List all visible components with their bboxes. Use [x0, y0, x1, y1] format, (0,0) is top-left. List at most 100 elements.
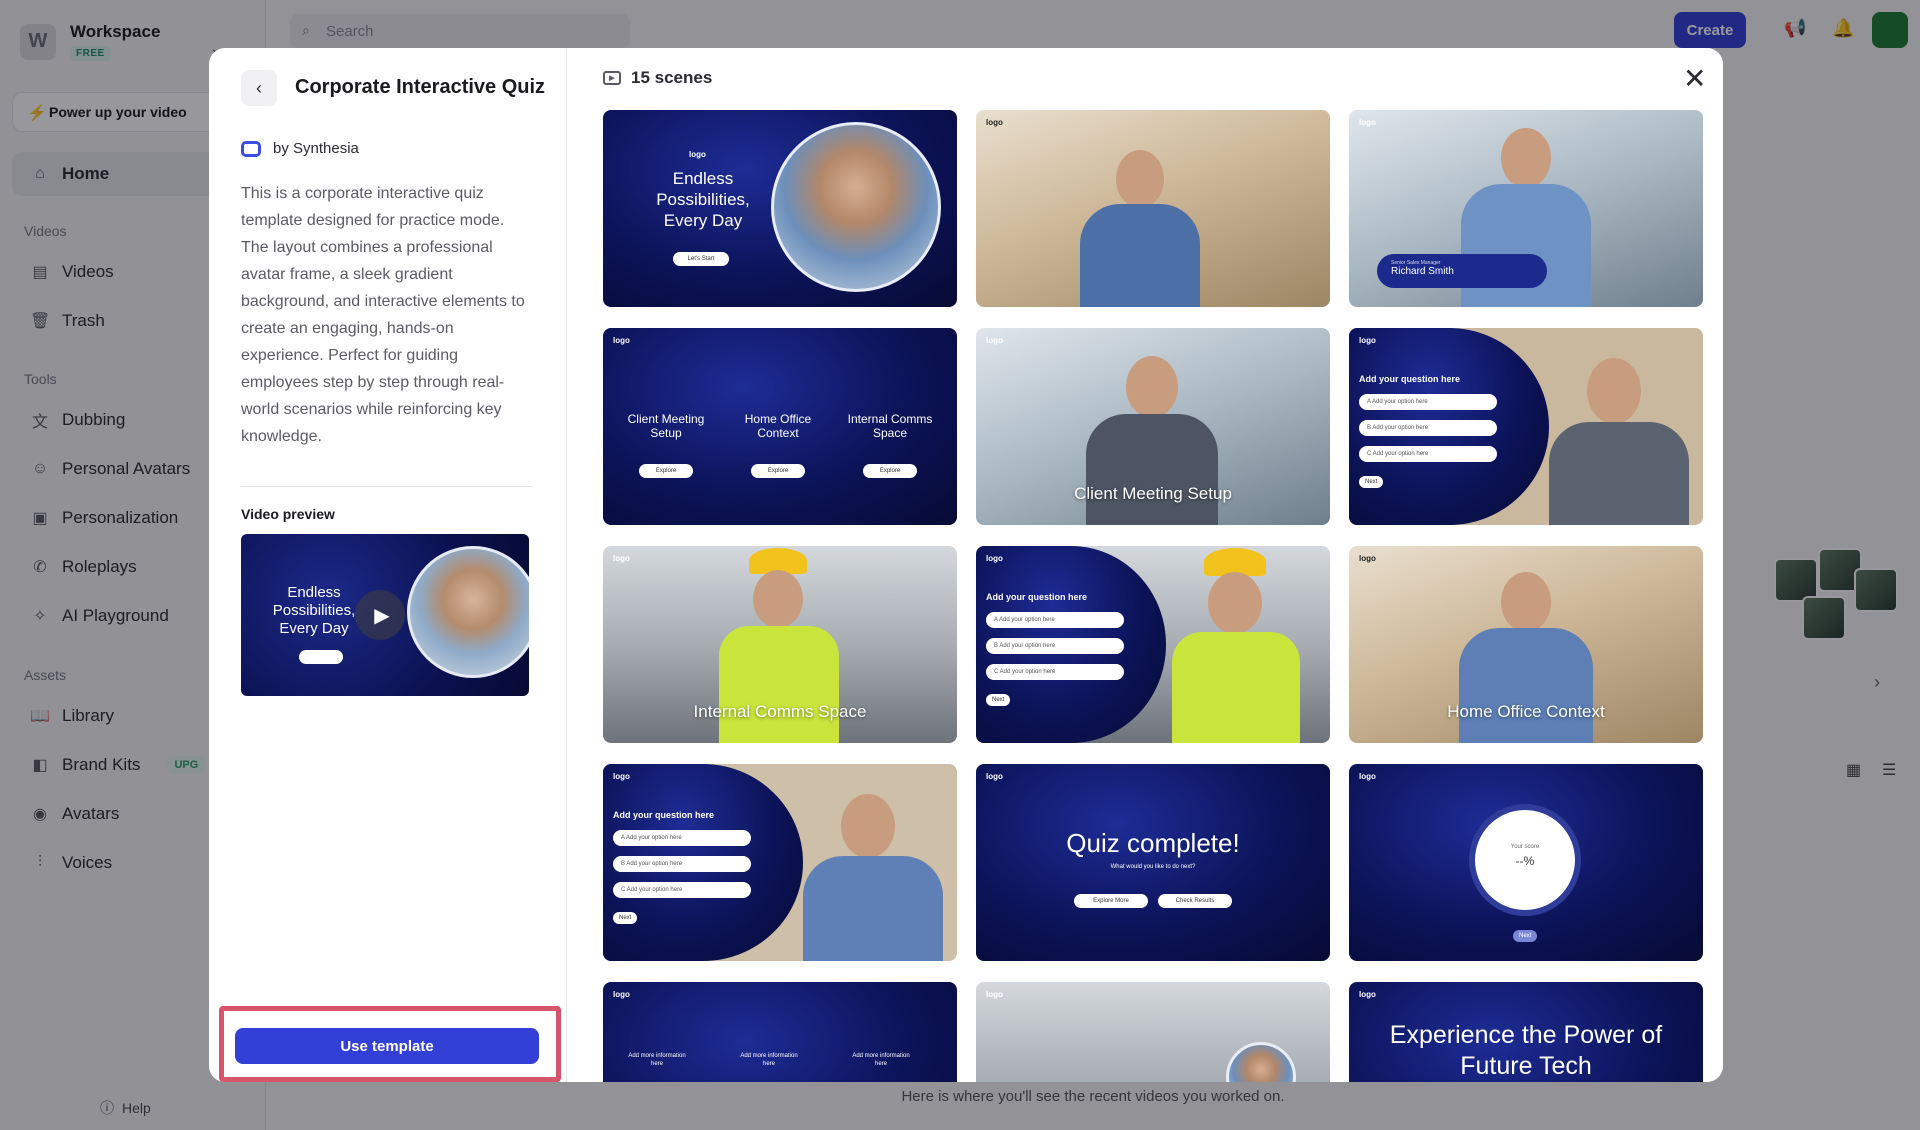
template-description: This is a corporate interactive quiz tem… [241, 185, 525, 445]
score-label: Your score [1510, 844, 1540, 850]
explore-pill: Explore [863, 464, 917, 478]
synthesia-logo-icon [241, 140, 261, 157]
info-col-3: Add more information here [852, 1053, 910, 1067]
option-a: A Add your option here [1359, 394, 1497, 410]
preview-avatar [407, 546, 529, 678]
play-icon[interactable]: ▶ [355, 590, 405, 640]
avatar-frame [1226, 1042, 1296, 1082]
scene-thumbnail-6[interactable]: logo Add your question here A Add your o… [1349, 328, 1703, 525]
scene-logo: logo [1359, 990, 1376, 999]
option-c: C Add your option here [613, 882, 751, 898]
name-lower-third: Senior Sales Manager Richard Smith [1377, 254, 1547, 288]
use-template-button[interactable]: Use template [235, 1028, 539, 1064]
video-preview-label: Video preview [241, 506, 335, 522]
preview-headline: Endless Possibilities, Every Day [272, 584, 356, 637]
scene-thumbnail-15[interactable]: logo Experience the Power of Future Tech [1349, 982, 1703, 1082]
next-pill: Next [1513, 930, 1538, 942]
close-icon[interactable]: ✕ [1683, 62, 1706, 95]
scenes-count: 15 scenes [631, 68, 713, 87]
info-col-2: Add more information here [740, 1053, 798, 1067]
scene-caption: Home Office Context [1447, 702, 1605, 721]
avatar-head [841, 794, 895, 858]
avatar-body [1549, 422, 1689, 525]
template-title: Corporate Interactive Quiz [295, 76, 546, 98]
scene-thumbnail-1[interactable]: logo Endless Possibilities, Every Day Le… [603, 110, 957, 307]
back-button[interactable]: ‹ [241, 70, 277, 106]
score-value: --% [1515, 854, 1535, 868]
info-col-1: Add more information here [628, 1053, 686, 1067]
scene-thumbnail-8[interactable]: logo Add your question here A Add your o… [976, 546, 1330, 743]
option-a: A Add your option here [613, 830, 751, 846]
scene-logo: logo [689, 150, 706, 159]
scene-caption: Internal Comms Space [693, 702, 867, 721]
name-label: Richard Smith [1391, 266, 1454, 277]
option-c: C Add your option here [986, 664, 1124, 680]
scene-thumbnail-12[interactable]: logo Your score --% Next [1349, 764, 1703, 961]
avatar-body [803, 856, 943, 961]
scene-thumbnail-9[interactable]: logo Home Office Context [1349, 546, 1703, 743]
avatar-body [1459, 628, 1593, 743]
explore-more-pill: Explore More [1074, 894, 1148, 908]
template-details-panel: ‹ Corporate Interactive Quiz by Synthesi… [209, 48, 567, 1082]
scene-thumbnail-11[interactable]: logo Quiz complete! What would you like … [976, 764, 1330, 961]
question-label: Add your question here [613, 810, 715, 820]
scene-logo: logo [986, 990, 1003, 999]
scene-logo: logo [613, 554, 630, 563]
avatar-body [1461, 184, 1591, 307]
question-label: Add your question here [986, 592, 1088, 602]
scene-thumbnail-5[interactable]: logo Client Meeting Setup [976, 328, 1330, 525]
template-modal: ‹ Corporate Interactive Quiz by Synthesi… [209, 48, 1723, 1082]
menu-col-3: Internal Comms Space [847, 412, 933, 440]
avatar-head [1587, 358, 1641, 424]
preview-start-pill [299, 650, 343, 664]
scene-logo: logo [613, 990, 630, 999]
avatar-body [1086, 414, 1218, 525]
scene-thumbnail-13[interactable]: logo Add more information here Add more … [603, 982, 957, 1082]
avatar-head [1501, 572, 1551, 632]
next-pill: Next [986, 694, 1011, 706]
scenes-panel: ▶ 15 scenes ✕ logo Endless Possibilities… [567, 48, 1723, 1082]
quiz-complete-title: Quiz complete! [1066, 828, 1240, 858]
option-b: B Add your option here [986, 638, 1124, 654]
avatar-frame [771, 122, 941, 292]
scene-logo: logo [1359, 118, 1376, 127]
next-pill: Next [1359, 476, 1384, 488]
scene-logo: logo [1359, 772, 1376, 781]
explore-pill: Explore [639, 464, 693, 478]
chevron-left-icon: ‹ [256, 77, 262, 98]
question-label: Add your question here [1359, 374, 1461, 384]
scene-thumbnail-3[interactable]: logo Senior Sales Manager Richard Smith [1349, 110, 1703, 307]
scene-logo: logo [986, 336, 1003, 345]
avatar-head [753, 570, 803, 628]
scene-caption: Client Meeting Setup [1074, 484, 1232, 503]
option-a: A Add your option here [986, 612, 1124, 628]
menu-col-2: Home Office Context [744, 412, 812, 440]
scene-logo: logo [986, 554, 1003, 563]
next-pill: Next [613, 912, 638, 924]
scene-thumbnail-14[interactable]: logo [976, 982, 1330, 1082]
check-results-pill: Check Results [1158, 894, 1232, 908]
scene-logo: logo [986, 118, 1003, 127]
option-c: C Add your option here [1359, 446, 1497, 462]
scene-logo: logo [613, 772, 630, 781]
video-preview[interactable]: Endless Possibilities, Every Day ▶ [241, 534, 529, 696]
template-author: by Synthesia [241, 140, 359, 157]
scene-thumbnail-4[interactable]: logo Client Meeting Setup Home Office Co… [603, 328, 957, 525]
scene-thumbnail-7[interactable]: logo Internal Comms Space [603, 546, 957, 743]
scenes-header: ▶ 15 scenes [603, 68, 712, 88]
avatar-head [1501, 128, 1551, 188]
avatar-body [1080, 204, 1200, 307]
avatar-body [719, 626, 839, 743]
avatar-head [1116, 150, 1164, 208]
score-ring: Your score --% [1469, 804, 1581, 916]
avatar-body [1172, 632, 1300, 743]
scene-thumbnail-10[interactable]: logo Add your question here A Add your o… [603, 764, 957, 961]
scene-headline: Experience the Power of Future Tech [1389, 1021, 1663, 1080]
divider [241, 486, 533, 487]
option-b: B Add your option here [1359, 420, 1497, 436]
scene-logo: logo [986, 772, 1003, 781]
avatar-head [1126, 356, 1178, 418]
scene-thumbnail-2[interactable]: logo [976, 110, 1330, 307]
scene-icon: ▶ [603, 71, 621, 85]
scene-logo: logo [1359, 336, 1376, 345]
